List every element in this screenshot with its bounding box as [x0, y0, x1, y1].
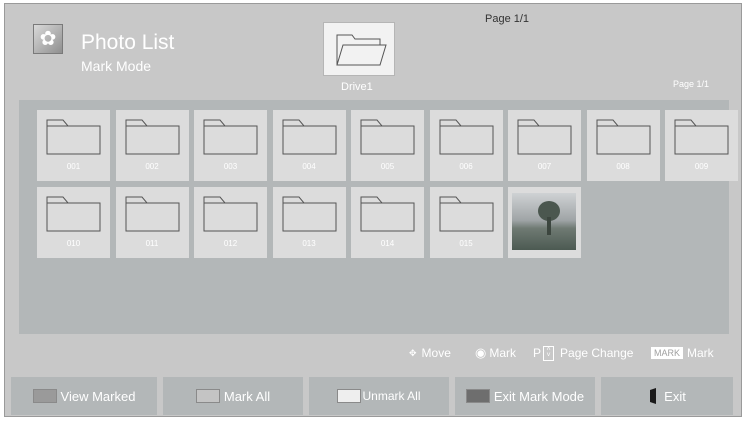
- folder-icon: [674, 119, 729, 155]
- unmark-all-button[interactable]: Unmark All: [309, 377, 449, 415]
- page-updown-icon: ˄ ˅: [543, 345, 555, 361]
- drive-label: Drive1: [341, 81, 373, 93]
- folder-label: 012: [223, 239, 238, 248]
- folder-tile[interactable]: 011: [115, 187, 189, 258]
- folder-icon: [282, 119, 336, 155]
- folder-tile[interactable]: 004: [272, 110, 346, 181]
- folder-label: 003: [223, 162, 238, 171]
- folder-icon: [203, 119, 258, 155]
- folder-tile[interactable]: 006: [429, 110, 503, 181]
- folder-tile[interactable]: 001: [37, 110, 110, 181]
- folder-label: 011: [145, 239, 159, 248]
- folder-icon: [125, 196, 179, 232]
- open-folder-icon: [336, 34, 387, 66]
- color-key-swatch: [32, 389, 57, 403]
- folder-icon: [360, 196, 415, 232]
- exit-mark-mode-label: Exit Mark Mode: [493, 388, 585, 404]
- unmark-all-label: Unmark All: [362, 389, 421, 403]
- folder-icon: [203, 196, 258, 232]
- photo-grid: 001 002 003 004 005 006 007 008 009 010 011 012 013 0…: [19, 100, 738, 334]
- mark-key-badge: MARK: [651, 347, 684, 359]
- flower-photo-icon: ✿: [33, 24, 63, 54]
- exit-door-icon: [650, 388, 657, 404]
- folder-icon: [46, 196, 101, 232]
- page-indicator-top: Page 1/1: [485, 13, 530, 25]
- page-indicator-right: Page 1/1: [673, 79, 710, 89]
- folder-tile[interactable]: 014: [351, 187, 424, 258]
- ok-button-icon: ◉: [475, 345, 487, 360]
- folder-icon: [46, 119, 101, 155]
- legend-mark-label: Mark: [489, 346, 517, 360]
- folder-icon: [517, 119, 572, 155]
- color-key-swatch: [465, 389, 490, 403]
- folder-tile[interactable]: 015: [429, 187, 503, 258]
- folder-tile[interactable]: 003: [194, 110, 267, 181]
- color-key-swatch: [195, 389, 220, 403]
- key-legend: ✥ Move ◉ Mark P ˄ ˅ Page Change MARK Mark: [5, 344, 714, 366]
- legend-page-change-label: Page Change: [560, 346, 634, 360]
- view-marked-button[interactable]: View Marked: [11, 377, 157, 415]
- view-marked-label: View Marked: [60, 388, 136, 404]
- legend-mark-key: MARK Mark: [651, 344, 714, 362]
- folder-label: 008: [616, 162, 630, 171]
- folder-label: 005: [380, 162, 395, 171]
- legend-move: ✥ Move: [409, 344, 451, 362]
- folder-tile[interactable]: 012: [194, 187, 267, 258]
- legend-mark-key-label: Mark: [687, 346, 714, 360]
- mark-all-label: Mark All: [223, 388, 271, 404]
- folder-tile[interactable]: 007: [508, 110, 581, 181]
- exit-mark-mode-button[interactable]: Exit Mark Mode: [455, 377, 595, 415]
- folder-label: 001: [66, 162, 81, 171]
- folder-tile[interactable]: 002: [115, 110, 189, 181]
- folder-label: 015: [459, 239, 473, 248]
- folder-label: 002: [145, 162, 159, 171]
- folder-label: 007: [537, 162, 552, 171]
- folder-label: 006: [459, 162, 473, 171]
- folder-icon: [282, 196, 336, 232]
- legend-move-label: Move: [421, 346, 451, 360]
- legend-page-prefix: P: [533, 346, 542, 360]
- folder-icon: [439, 119, 493, 155]
- folder-tile[interactable]: 010: [37, 187, 110, 258]
- action-bar: View Marked Mark All Unmark All Exit Mar…: [11, 377, 733, 415]
- legend-page-change: P ˄ ˅ Page Change: [533, 344, 633, 362]
- folder-tile[interactable]: 008: [586, 110, 660, 181]
- folder-tile[interactable]: 009: [665, 110, 738, 181]
- photo-list-screen: ✿ Photo List Mark Mode Drive1 Page 1/1 P…: [4, 3, 742, 417]
- exit-label: Exit: [664, 388, 686, 404]
- folder-tile[interactable]: 005: [351, 110, 424, 181]
- folder-tile[interactable]: 013: [272, 187, 346, 258]
- folder-icon: [125, 119, 179, 155]
- move-arrows-icon: ✥: [409, 347, 417, 358]
- photo-thumbnail-tile[interactable]: [508, 187, 581, 258]
- page-title: Photo List: [81, 31, 175, 54]
- folder-label: 013: [302, 239, 316, 248]
- folder-label: 010: [66, 239, 81, 248]
- drive-folder-tile[interactable]: [323, 22, 395, 76]
- color-key-swatch: [337, 389, 362, 403]
- legend-mark: ◉ Mark: [475, 344, 516, 362]
- folder-icon: [439, 196, 493, 232]
- tree-photo-thumbnail: [512, 193, 576, 250]
- folder-label: 004: [302, 162, 316, 171]
- folder-label: 014: [380, 239, 395, 248]
- exit-button[interactable]: Exit: [601, 377, 733, 415]
- mode-subtitle: Mark Mode: [81, 58, 152, 74]
- folder-icon: [360, 119, 415, 155]
- folder-label: 009: [694, 162, 709, 171]
- mark-all-button[interactable]: Mark All: [163, 377, 303, 415]
- folder-icon: [596, 119, 650, 155]
